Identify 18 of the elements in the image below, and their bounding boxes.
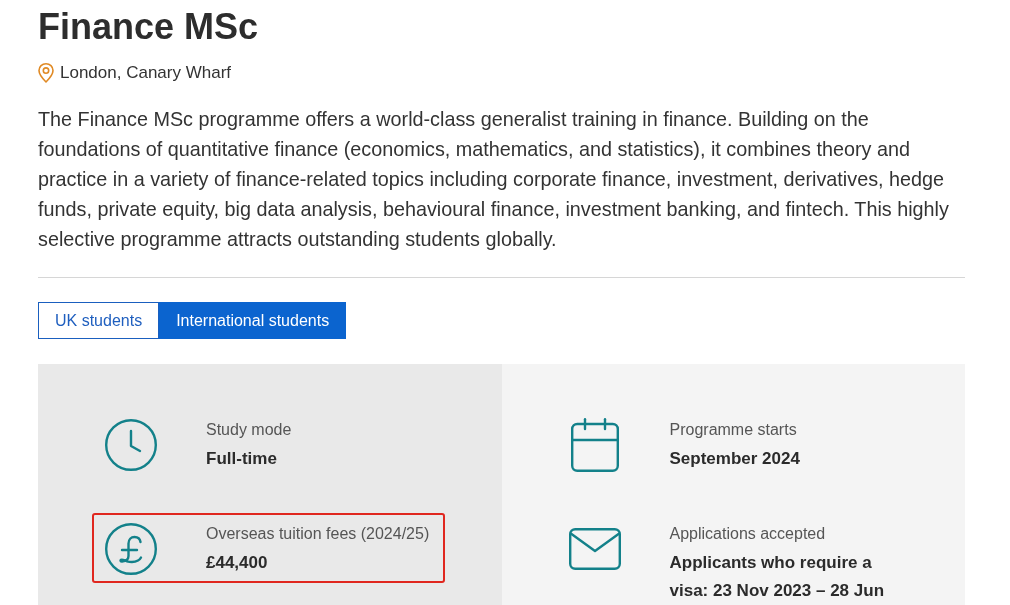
tab[interactable]: UK students bbox=[38, 302, 160, 339]
envelope-icon bbox=[568, 528, 621, 570]
fact-label: Overseas tuition fees (2024/25) bbox=[206, 524, 430, 544]
fact-value: Full-time bbox=[206, 448, 278, 470]
fact-value: September 2024 bbox=[669, 448, 800, 470]
programme-description: The Finance MSc programme offers a world-class generalist training in finance. Building on the foundations of quantitative finance (economics, mathematics, and statistics), it combines theory and practice in a variety of finance-related topics including corporate finance, investment, derivatives, hedge funds, private equity, big data analysis, behavioural finance, investment banking, and fintech. This highly selective programme attracts outstanding students globally. bbox=[38, 107, 950, 252]
pound-sign-icon bbox=[105, 523, 157, 575]
clock-icon bbox=[105, 419, 157, 471]
fact-label: Applications accepted bbox=[669, 524, 827, 544]
calendar-icon bbox=[570, 418, 619, 472]
fact-value: £44,400 bbox=[206, 552, 269, 574]
page-title: Finance MSc bbox=[38, 5, 260, 49]
tab[interactable]: International students bbox=[159, 302, 347, 339]
fact-value: Applicants who require a visa: 23 Nov 2023 – 28 Jun bbox=[669, 552, 886, 602]
location-text: London, Canary Wharf bbox=[60, 62, 232, 84]
fact-label: Programme starts bbox=[669, 420, 798, 440]
location-pin-icon bbox=[38, 63, 54, 83]
fact-label: Study mode bbox=[206, 420, 292, 440]
